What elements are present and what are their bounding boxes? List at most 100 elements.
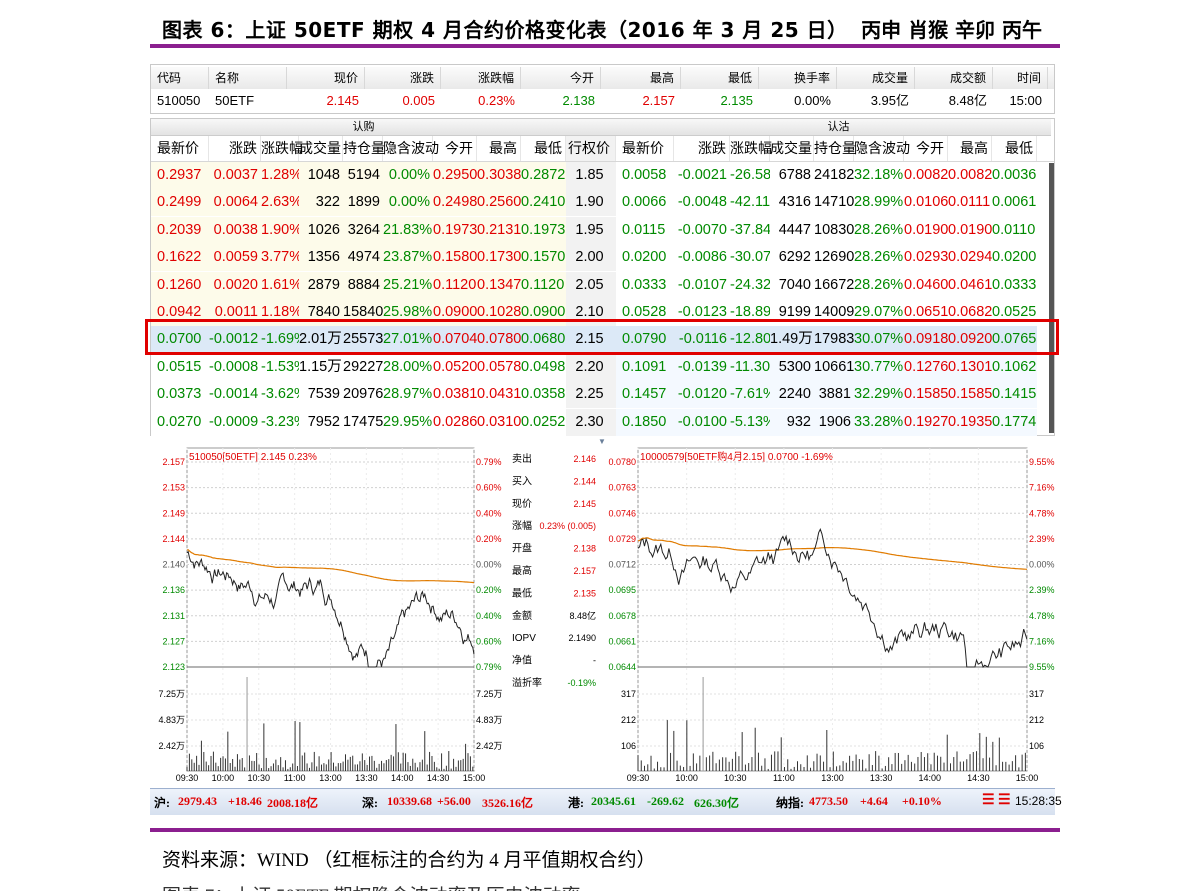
call-cell: 1899 [343, 189, 383, 217]
put-col-header[interactable]: 今开 [904, 136, 948, 161]
quote-col-header[interactable]: 现价 [287, 67, 365, 89]
call-cell: 5194 [343, 162, 383, 189]
put-cell: 5300 [770, 353, 814, 381]
t-quote-row[interactable]: 0.1622 0.0059 3.77% 1356 4974 23.87% 0.1580 0.1… [151, 244, 1054, 272]
left_chart-time-tick: 10:00 [212, 773, 235, 783]
put-col-header[interactable]: 隐含波动 [854, 136, 910, 161]
call-cell: 17475 [343, 408, 383, 436]
status-bar: 沪: 2979.43 +18.46 2008.18亿 深: 10339.68 +… [150, 788, 1062, 815]
call-cell: 0.1260 [151, 271, 209, 299]
call-col-header[interactable]: 涨跌幅 [261, 136, 303, 161]
put-cell: 0.1276 [904, 353, 948, 381]
right_chart-pct-tick: 4.78% [1029, 611, 1055, 621]
t-quote-row[interactable]: 0.2937 0.0037 1.28% 1048 5194 0.00% 0.2950 0.30… [151, 162, 1054, 189]
put-cell: 0.0190 [904, 216, 948, 244]
call-col-header[interactable]: 今开 [433, 136, 477, 161]
quote-value: 3.95亿 [870, 93, 909, 108]
left_chart-price-tick: 2.149 [162, 508, 185, 518]
put-col-header[interactable]: 成交量 [770, 136, 814, 161]
call-col-header[interactable]: 最高 [477, 136, 521, 161]
put-cell: 0.1927 [904, 408, 948, 436]
charts-svg: 510050[50ETF] 2.145 0.23% 2.157 0.79% 2.153… [158, 437, 1055, 783]
right_chart-price-tick: 0.0746 [608, 508, 636, 518]
quote-col-header[interactable]: 今开 [521, 67, 601, 89]
call-col-header[interactable]: 涨跌 [209, 136, 261, 161]
t-quote-row[interactable]: 0.2499 0.0064 2.63% 322 1899 0.00% 0.2498 0.256… [151, 189, 1054, 217]
put-col-header[interactable]: 涨跌 [674, 136, 730, 161]
info-label: 溢折率 [512, 676, 542, 689]
t-quote-row[interactable]: 0.0373 -0.0014 -3.62% 7539 20976 28.97% 0.0381… [151, 381, 1054, 409]
right_chart-price-tick: 0.0780 [608, 457, 636, 467]
quote-col-header[interactable]: 名称 [209, 67, 287, 89]
quote-col-header[interactable]: 涨跌 [365, 67, 441, 89]
quote-value: 50ETF [215, 93, 255, 108]
quote-col-header[interactable]: 代码 [151, 67, 209, 89]
put-col-header[interactable]: 涨跌幅 [730, 136, 772, 161]
call-cell: -3.23% [261, 408, 307, 436]
put-col-header[interactable]: 持仓量 [814, 136, 856, 161]
left_chart-pct-tick: 0.40% [476, 508, 502, 518]
left_chart-vol-tick-right: 7.25万 [476, 689, 503, 699]
info-label: 最低 [512, 586, 532, 599]
quote-value: 0.23% [478, 93, 515, 108]
right_chart-price-tick: 0.0661 [608, 636, 636, 646]
call-col-header[interactable]: 最低 [521, 136, 566, 161]
t-quote-row[interactable]: 0.0515 -0.0008 -1.53% 1.15万 29227 28.00% 0.052… [151, 353, 1054, 381]
call-cell: 0.1730 [477, 244, 521, 272]
call-col-header[interactable]: 隐含波动 [383, 136, 439, 161]
right_chart-time-tick: 15:00 [1016, 773, 1039, 783]
quote-col-header[interactable]: 最低 [681, 67, 759, 89]
right_chart-pct-tick: 7.16% [1029, 636, 1055, 646]
call-cell: 4974 [343, 244, 383, 272]
right_chart-vol-tick: 212 [621, 715, 636, 725]
right_chart-time-tick: 10:00 [675, 773, 698, 783]
quote-value: 2.157 [642, 93, 675, 108]
put-col-header[interactable]: 最新价 [616, 136, 674, 161]
call-col-header[interactable]: 最新价 [151, 136, 209, 161]
menu-icon[interactable]: ☰ ☰ [982, 792, 1011, 809]
atm-highlight-box [145, 319, 1059, 355]
put-cell: 0.0200 [616, 244, 674, 272]
put-cell: 932 [770, 408, 814, 436]
quote-col-header[interactable]: 最高 [601, 67, 681, 89]
put-col-header[interactable]: 最高 [948, 136, 992, 161]
call-cell: 3264 [343, 216, 383, 244]
strike-col-header[interactable]: 行权价 [566, 136, 616, 161]
right_chart-vol-tick-right: 317 [1029, 689, 1044, 699]
quote-col-header[interactable]: 涨跌幅 [441, 67, 521, 89]
put-col-header[interactable]: 最低 [992, 136, 1037, 161]
info-label: 买入 [512, 475, 532, 487]
put-cell: -42.11 [730, 189, 770, 217]
call-cell: 1.61% [261, 271, 302, 299]
call-col-header[interactable]: 持仓量 [343, 136, 385, 161]
call-col-header[interactable]: 成交量 [299, 136, 343, 161]
info-value: 8.48亿 [569, 610, 596, 621]
quote-col-header[interactable]: 时间 [993, 67, 1048, 89]
t-quote-row[interactable]: 0.1260 0.0020 1.61% 2879 8884 25.21% 0.1120 0.1… [151, 271, 1054, 299]
info-label: IOPV [512, 633, 536, 644]
put-cell: 0.0461 [948, 271, 992, 299]
quote-col-header[interactable]: 成交额 [915, 67, 993, 89]
t-quote-row[interactable]: 0.2039 0.0038 1.90% 1026 3264 21.83% 0.1973 0.2… [151, 216, 1054, 244]
terminal-screenshot: 代码 名称 现价 涨跌 涨跌幅 今开 最高 最低 换手率 成交量 成交额 时间 510050 50ETF… [145, 64, 1062, 815]
info-label: 涨幅 [512, 519, 532, 532]
strike-group-header [576, 119, 626, 136]
put-cell: 0.0294 [948, 244, 992, 272]
call-cell: 3.77% [261, 244, 302, 272]
info-value: 2.145 [573, 499, 596, 509]
call-cell: 28.97% [383, 381, 433, 409]
strike-cell: 2.20 [566, 353, 616, 381]
table-scrollbar[interactable] [1049, 163, 1054, 433]
left_chart-pct-tick: 0.79% [476, 457, 502, 467]
put-cell: 10661 [814, 353, 854, 381]
quote-col-header[interactable]: 成交量 [837, 67, 915, 89]
column-headers: 最新价 涨跌 涨跌幅 成交量 持仓量 隐含波动 今开 最高 最低 行权价 最新价 涨跌 涨跌幅 成交量 持仓… [151, 136, 1054, 162]
call-cell: -0.0014 [209, 381, 261, 409]
nasdaq-label: 纳指: [776, 796, 804, 810]
quote-col-header[interactable]: 换手率 [759, 67, 837, 89]
t-quote-row[interactable]: 0.0270 -0.0009 -3.23% 7952 17475 29.95% 0.0286… [151, 408, 1054, 436]
put-cell: -0.0139 [674, 353, 730, 381]
call-cell: 0.0498 [521, 353, 566, 381]
right_chart-time-tick: 11:00 [773, 773, 795, 783]
call-cell: 7539 [299, 381, 343, 409]
